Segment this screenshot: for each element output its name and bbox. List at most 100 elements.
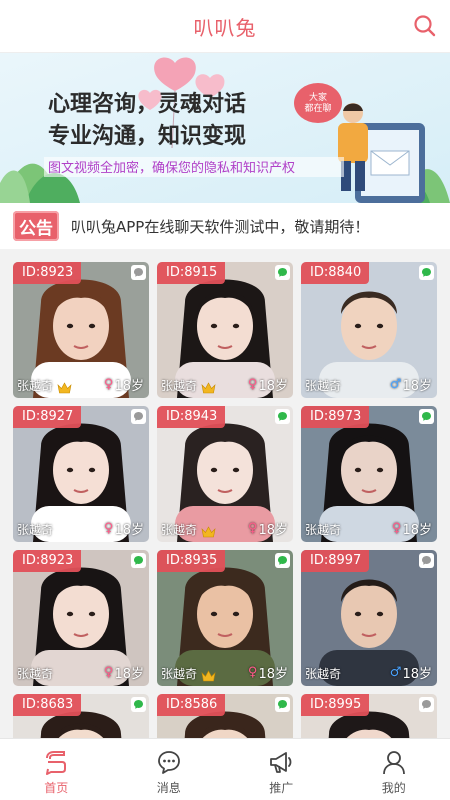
id-tag: ID:8683: [13, 694, 82, 716]
profile-card[interactable]: ID:8927 张越奇 ♀ 18岁: [13, 406, 149, 542]
gender-age: ♀ 18岁: [392, 519, 432, 538]
gender-age: ♀ 18岁: [104, 663, 144, 682]
gender-age: ♀ 18岁: [248, 519, 288, 538]
profile-card[interactable]: ID:8935 张越奇 ♀ 18岁: [157, 550, 293, 686]
id-tag: ID:8923: [13, 262, 82, 284]
chat-status-icon: [419, 265, 434, 280]
chat-status-icon: [275, 697, 290, 712]
age-label: 18岁: [402, 667, 432, 682]
profile-card[interactable]: ID:8586 张越奇 ♀ 18岁: [157, 694, 293, 742]
chat-status-icon: [131, 553, 146, 568]
gender-age: ♀ 18岁: [104, 375, 144, 394]
nav-label-home: 首页: [44, 781, 69, 795]
id-tag: ID:8586: [157, 694, 226, 716]
nav-profile[interactable]: 我的: [338, 739, 450, 800]
megaphone-icon: [270, 752, 292, 773]
age-label: 18岁: [402, 379, 432, 394]
profile-card[interactable]: ID:8923 张越奇 ♀ 18岁: [13, 550, 149, 686]
nav-messages[interactable]: 消息: [113, 739, 226, 800]
female-icon: ♀: [103, 521, 114, 536]
profile-card[interactable]: ID:8943 张越奇 ♀ 18岁: [157, 406, 293, 542]
svg-text:大家: 大家: [309, 91, 327, 103]
chat-status-icon: [275, 265, 290, 280]
card-name: 张越奇: [305, 379, 342, 393]
vip-crown-icon: [201, 670, 216, 682]
id-tag: ID:8943: [157, 406, 226, 428]
banner-line2: 专业沟通，知识变现: [48, 123, 246, 149]
app-title: 叭叭兔: [193, 15, 257, 40]
vip-crown-icon: [201, 382, 216, 394]
app-root: 叭叭兔 大家 都在聊 心理咨询，灵魂对话 专业沟通，知识变现 图文视频全加密，确…: [0, 0, 450, 800]
id-tag: ID:8997: [301, 550, 370, 572]
id-tag: ID:8935: [157, 550, 226, 572]
card-name: 张越奇: [17, 667, 54, 681]
card-name: 张越奇: [17, 523, 54, 537]
banner-line1: 心理咨询，灵魂对话: [48, 91, 246, 117]
card-name: 张越奇: [305, 667, 342, 681]
vip-crown-icon: [201, 526, 216, 538]
profile-card[interactable]: ID:8840 张越奇 ♂ 18岁: [301, 262, 437, 398]
profile-card[interactable]: ID:8973 张越奇 ♀ 18岁: [301, 406, 437, 542]
female-icon: ♀: [103, 377, 114, 392]
chat-status-icon: [275, 409, 290, 424]
female-icon: ♀: [103, 665, 114, 680]
profile-card[interactable]: ID:8923 张越奇 ♀ 18岁: [13, 262, 149, 398]
female-icon: ♀: [247, 521, 258, 536]
top-header: 叭叭兔: [0, 0, 450, 53]
age-label: 18岁: [114, 379, 144, 394]
female-icon: ♀: [247, 377, 258, 392]
gender-age: ♂ 18岁: [390, 375, 432, 394]
chat-status-icon: [131, 697, 146, 712]
profile-grid: ID:8923 张越奇 ♀ 18岁 ID:8915 张越奇 ♀ 18岁 ID:8…: [13, 262, 437, 742]
promo-banner[interactable]: 大家 都在聊 心理咨询，灵魂对话 专业沟通，知识变现 图文视频全加密，确保您的隐…: [0, 53, 450, 203]
age-label: 18岁: [258, 379, 288, 394]
nav-label-promote: 推广: [269, 781, 294, 795]
chat-status-icon: [419, 409, 434, 424]
card-name: 张越奇: [161, 667, 198, 681]
bottom-nav: 首页 消息 推广 我的: [0, 738, 450, 800]
card-name: 张越奇: [161, 523, 198, 537]
vip-crown-icon: [57, 382, 72, 394]
svg-text:都在聊: 都在聊: [304, 102, 331, 114]
chat-status-icon: [131, 409, 146, 424]
notice-text: 叭叭兔APP在线聊天软件测试中，敬请期待！: [71, 217, 370, 236]
card-name: 张越奇: [161, 379, 198, 393]
chat-status-icon: [131, 265, 146, 280]
gender-age: ♀ 18岁: [248, 663, 288, 682]
search-icon[interactable]: [412, 13, 438, 39]
female-icon: ♀: [391, 521, 402, 536]
chat-status-icon: [419, 553, 434, 568]
male-icon: ♂: [389, 665, 402, 680]
banner-line3: 图文视频全加密，确保您的隐私和知识产权: [48, 160, 295, 176]
male-icon: ♂: [389, 377, 402, 392]
home-icon: [46, 751, 67, 775]
age-label: 18岁: [258, 523, 288, 538]
nav-home[interactable]: 首页: [0, 739, 113, 800]
card-name: 张越奇: [17, 379, 54, 393]
card-name: 张越奇: [305, 523, 342, 537]
profile-card[interactable]: ID:8915 张越奇 ♀ 18岁: [157, 262, 293, 398]
age-label: 18岁: [114, 523, 144, 538]
nav-promote[interactable]: 推广: [225, 739, 338, 800]
profile-card[interactable]: ID:8995 张越奇 ♀ 18岁: [301, 694, 437, 742]
gender-age: ♂ 18岁: [390, 663, 432, 682]
chat-status-icon: [275, 553, 290, 568]
nav-label-messages: 消息: [156, 781, 181, 795]
profile-icon: [382, 751, 405, 775]
id-tag: ID:8915: [157, 262, 226, 284]
nav-label-profile: 我的: [381, 781, 406, 795]
id-tag: ID:8840: [301, 262, 370, 284]
id-tag: ID:8973: [301, 406, 370, 428]
age-label: 18岁: [402, 523, 432, 538]
id-tag: ID:8923: [13, 550, 82, 572]
message-icon: [157, 751, 180, 774]
gender-age: ♀ 18岁: [248, 375, 288, 394]
notice-bar[interactable]: 公告 叭叭兔APP在线聊天软件测试中，敬请期待！: [0, 203, 450, 249]
chat-status-icon: [419, 697, 434, 712]
female-icon: ♀: [247, 665, 258, 680]
profile-card[interactable]: ID:8997 张越奇 ♂ 18岁: [301, 550, 437, 686]
profile-card[interactable]: ID:8683 张越奇 ♀ 18岁: [13, 694, 149, 742]
id-tag: ID:8927: [13, 406, 82, 428]
age-label: 18岁: [258, 667, 288, 682]
gender-age: ♀ 18岁: [104, 519, 144, 538]
